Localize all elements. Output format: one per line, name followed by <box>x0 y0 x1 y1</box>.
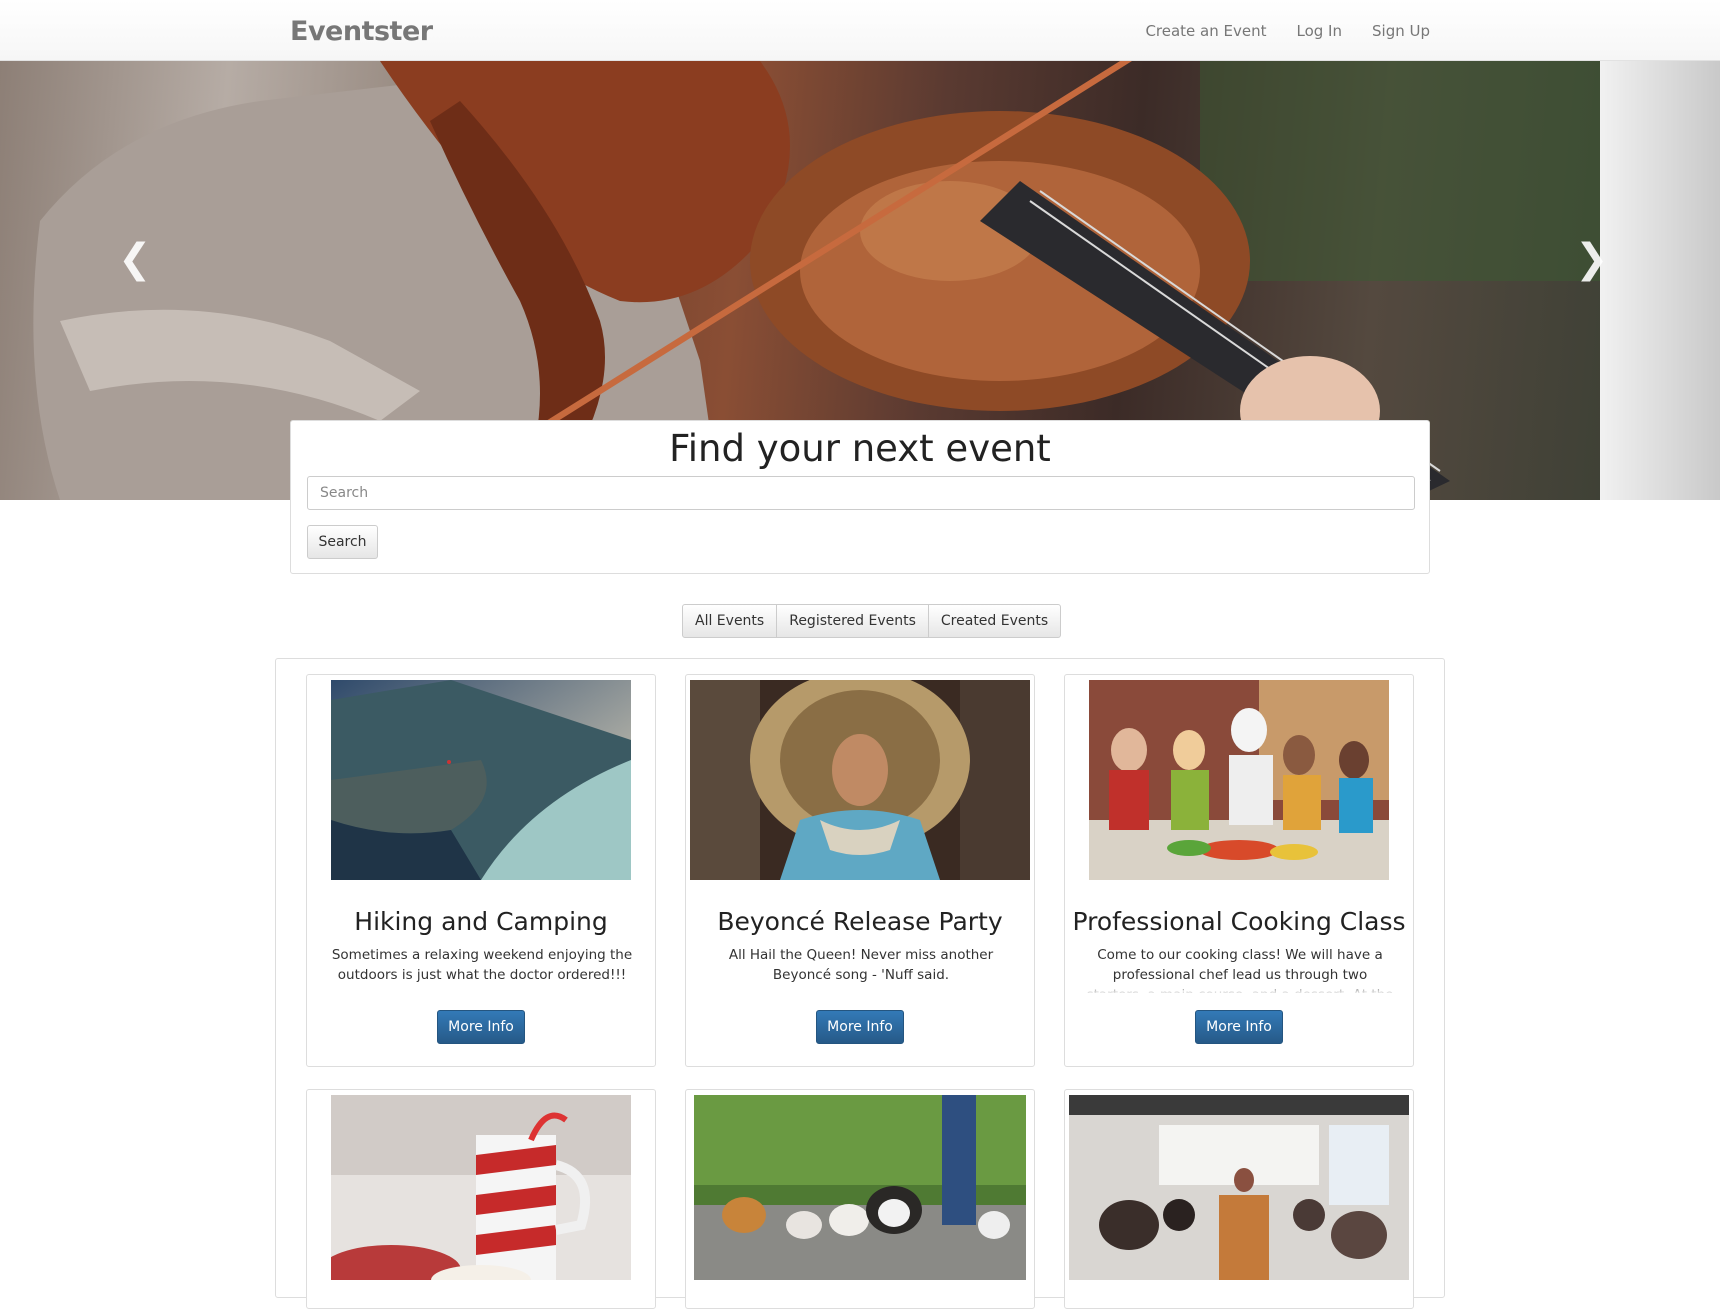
cooking-class-image <box>1089 680 1389 880</box>
search-title: Find your next event <box>669 427 1051 470</box>
filter-created-events[interactable]: Created Events <box>927 604 1062 638</box>
event-description: Sometimes a relaxing weekend enjoying th… <box>331 947 633 983</box>
event-filter-group: All Events Registered Events Created Eve… <box>682 604 1062 638</box>
event-card: Professional Cooking Class Come to our c… <box>1064 674 1414 1067</box>
nav-links: Create an Event Log In Sign Up <box>1115 0 1430 61</box>
event-card: Hiking and Camping Sometimes a relaxing … <box>306 674 656 1067</box>
event-title: Beyoncé Release Party <box>717 907 1003 936</box>
event-card: Beyoncé Release Party All Hail the Queen… <box>685 674 1035 1067</box>
event-card <box>685 1089 1035 1309</box>
nav-link-sign-up[interactable]: Sign Up <box>1372 22 1430 40</box>
nav-link-log-in[interactable]: Log In <box>1297 22 1343 40</box>
chevron-right-icon[interactable]: ❯ <box>1575 236 1609 282</box>
events-grid: Hiking and Camping Sometimes a relaxing … <box>275 658 1445 1309</box>
event-description: All Hail the Queen! Never miss another B… <box>728 947 994 983</box>
event-title: Professional Cooking Class <box>1072 907 1406 936</box>
more-info-button[interactable]: More Info <box>437 1010 525 1044</box>
event-card <box>1064 1089 1414 1309</box>
brand-logo[interactable]: Eventster <box>290 16 433 47</box>
nav-link-create-event[interactable]: Create an Event <box>1145 22 1266 40</box>
event-title: Hiking and Camping <box>354 907 608 936</box>
more-info-button[interactable]: More Info <box>816 1010 904 1044</box>
more-info-button[interactable]: More Info <box>1195 1010 1283 1044</box>
chevron-left-icon[interactable]: ❮ <box>118 236 152 282</box>
filter-registered-events[interactable]: Registered Events <box>776 604 929 638</box>
carousel-next-slide-edge <box>1600 61 1720 500</box>
hot-cocoa-image <box>331 1095 631 1280</box>
search-input[interactable] <box>307 476 1415 510</box>
filter-all-events[interactable]: All Events <box>682 604 778 638</box>
navbar: Eventster Create an Event Log In Sign Up <box>0 0 1720 61</box>
dog-walking-image <box>694 1095 1026 1280</box>
search-button[interactable]: Search <box>307 525 378 559</box>
meeting-room-image <box>1069 1095 1409 1280</box>
description-fade <box>1083 980 1397 995</box>
hiking-camping-image <box>331 680 631 880</box>
event-card <box>306 1089 656 1309</box>
search-panel: Find your next event Search <box>290 420 1430 574</box>
beyonce-release-party-image <box>690 680 1030 880</box>
